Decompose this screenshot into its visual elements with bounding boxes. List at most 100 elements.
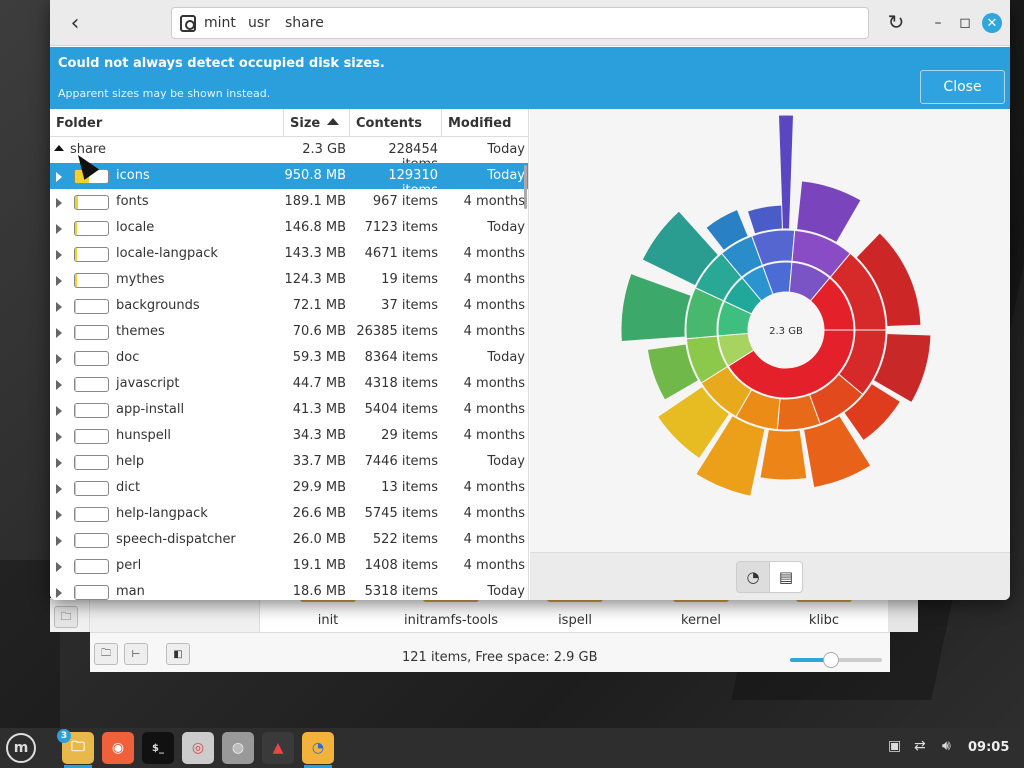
expand-arrow-icon[interactable] <box>56 250 62 260</box>
size-bar-fill <box>75 586 76 599</box>
back-button[interactable]: ‹ <box>60 8 90 38</box>
path-segment-share[interactable]: share <box>285 15 324 31</box>
column-header-folder[interactable]: Folder <box>50 109 284 137</box>
table-row[interactable]: hunspell 34.3 MB 29 items 4 months <box>50 423 528 449</box>
volume-icon[interactable]: 🔊︎ <box>942 738 951 754</box>
path-segment-mint[interactable]: mint <box>204 15 236 31</box>
ring-chart-view-button[interactable]: ◔ <box>736 561 770 593</box>
table-row[interactable]: dict 29.9 MB 13 items 4 months <box>50 475 528 501</box>
maximize-button[interactable]: ◻ <box>955 13 975 33</box>
size-bar-fill <box>75 248 77 261</box>
column-header-contents[interactable]: Contents <box>350 109 442 137</box>
table-row[interactable]: themes 70.6 MB 26385 items 4 months <box>50 319 528 345</box>
folder-size: 950.8 MB <box>284 168 346 183</box>
table-row[interactable]: help-langpack 26.6 MB 5745 items 4 months <box>50 501 528 527</box>
folder-modified: 4 months <box>463 298 525 313</box>
zoom-slider-handle[interactable] <box>823 652 840 668</box>
table-row[interactable]: perl 19.1 MB 1408 items 4 months <box>50 553 528 579</box>
expand-arrow-icon[interactable] <box>56 588 62 598</box>
size-bar-fill <box>75 534 76 547</box>
expand-arrow-icon[interactable] <box>56 172 62 182</box>
table-row-root[interactable]: share 2.3 GB 228454 items Today <box>50 137 528 172</box>
taskbar-terminal[interactable]: $_ <box>142 732 174 764</box>
table-row[interactable]: locale 146.8 MB 7123 items Today <box>50 215 528 241</box>
taskbar-disks[interactable]: ◍ <box>222 732 254 764</box>
folder-contents: 7446 items <box>364 454 438 469</box>
expand-arrow-icon[interactable] <box>56 562 62 572</box>
taskbar-rocket[interactable]: ▲ <box>262 732 294 764</box>
expand-arrow-icon[interactable] <box>56 536 62 546</box>
taskbar-chromium[interactable]: ◎ <box>182 732 214 764</box>
ring-segment[interactable] <box>759 428 808 481</box>
clipboard-icon[interactable]: ▣ <box>888 738 901 754</box>
close-icon: ✕ <box>986 15 998 31</box>
expand-arrow-icon[interactable] <box>56 432 62 442</box>
hide-sidebar-button[interactable]: ◧ <box>166 643 190 665</box>
minimize-button[interactable]: – <box>928 13 948 33</box>
collapse-arrow-icon[interactable] <box>54 145 64 151</box>
table-row[interactable]: backgrounds 72.1 MB 37 items 4 months <box>50 293 528 319</box>
table-header: Folder Size Contents Modified <box>50 109 528 137</box>
taskbar-files[interactable]: 🗀 3 <box>57 729 94 768</box>
folder-icon[interactable]: 🗀 <box>54 606 78 628</box>
network-disconnected-icon[interactable]: ⇄ <box>914 738 926 754</box>
disk-usage-window: ‹ mint usr share ↻ – ◻ ✕ Could not alway… <box>50 0 1010 600</box>
file-icon-label[interactable]: kernel <box>681 613 721 628</box>
size-bar <box>74 429 109 444</box>
expand-arrow-icon[interactable] <box>56 198 62 208</box>
expand-arrow-icon[interactable] <box>56 406 62 416</box>
expand-arrow-icon[interactable] <box>56 380 62 390</box>
expand-arrow-icon[interactable] <box>56 302 62 312</box>
column-header-size-label: Size <box>290 116 321 131</box>
folder-name: backgrounds <box>116 298 200 313</box>
sort-ascending-icon <box>327 118 339 125</box>
table-row[interactable]: locale-langpack 143.3 MB 4671 items 4 month… <box>50 241 528 267</box>
table-row[interactable]: doc 59.3 MB 8364 items Today <box>50 345 528 371</box>
table-row[interactable]: speech-dispatcher 26.0 MB 522 items 4 month… <box>50 527 528 553</box>
table-row[interactable]: icons 950.8 MB 129310 items Today <box>50 163 528 209</box>
ring-chart[interactable]: 2.3 GB <box>530 109 1010 552</box>
expand-arrow-icon[interactable] <box>56 354 62 364</box>
expand-arrow-icon[interactable] <box>56 510 62 520</box>
expand-arrow-icon[interactable] <box>56 328 62 338</box>
reload-button[interactable]: ↻ <box>883 9 909 35</box>
zoom-slider[interactable] <box>790 652 882 668</box>
expand-arrow-icon[interactable] <box>56 458 62 468</box>
window-count-badge: 3 <box>57 729 71 743</box>
expand-arrow-icon[interactable] <box>56 484 62 494</box>
folder-name: app-install <box>116 402 185 417</box>
clock[interactable]: 09:05 <box>968 740 1009 755</box>
info-close-button[interactable]: Close <box>920 70 1005 104</box>
ring-chart-svg[interactable]: 2.3 GB <box>530 109 1010 552</box>
file-icon-label[interactable]: ispell <box>558 613 592 628</box>
table-row[interactable]: mythes 124.3 MB 19 items 4 months <box>50 267 528 293</box>
folder-size: 189.1 MB <box>284 194 346 209</box>
file-icon-label[interactable]: initramfs-tools <box>404 613 498 628</box>
table-row[interactable]: man 18.6 MB 5318 items Today <box>50 579 528 600</box>
size-bar <box>74 559 109 574</box>
ring-segment[interactable] <box>620 272 692 343</box>
show-treeview-button[interactable]: ⊢ <box>124 643 148 665</box>
expand-arrow-icon[interactable] <box>56 224 62 234</box>
expand-arrow-icon[interactable] <box>56 276 62 286</box>
drive-icon[interactable] <box>180 15 196 32</box>
file-icon-label[interactable]: klibc <box>809 613 839 628</box>
folder-modified: 4 months <box>463 272 525 287</box>
background-icon-row: init initramfs-tools ispell kernel klibc <box>260 598 878 632</box>
treemap-view-button[interactable]: ▤ <box>769 561 803 593</box>
show-places-button[interactable]: 🗀 <box>94 643 118 665</box>
table-row[interactable]: javascript 44.7 MB 4318 items 4 months <box>50 371 528 397</box>
table-row[interactable]: help 33.7 MB 7446 items Today <box>50 449 528 475</box>
size-bar <box>74 247 109 262</box>
table-row[interactable]: app-install 41.3 MB 5404 items 4 months <box>50 397 528 423</box>
file-icon-label[interactable]: init <box>318 613 339 628</box>
column-header-modified[interactable]: Modified <box>442 109 528 137</box>
menu-button[interactable]: m <box>6 733 36 763</box>
folder-name: perl <box>116 558 142 573</box>
table-row[interactable]: fonts 189.1 MB 967 items 4 months <box>50 189 528 215</box>
column-header-size[interactable]: Size <box>284 109 350 137</box>
taskbar-disk-usage[interactable]: ◔ <box>302 732 334 768</box>
path-segment-usr[interactable]: usr <box>248 15 270 31</box>
taskbar-firefox[interactable]: ◉ <box>102 732 134 764</box>
close-window-button[interactable]: ✕ <box>982 13 1002 33</box>
